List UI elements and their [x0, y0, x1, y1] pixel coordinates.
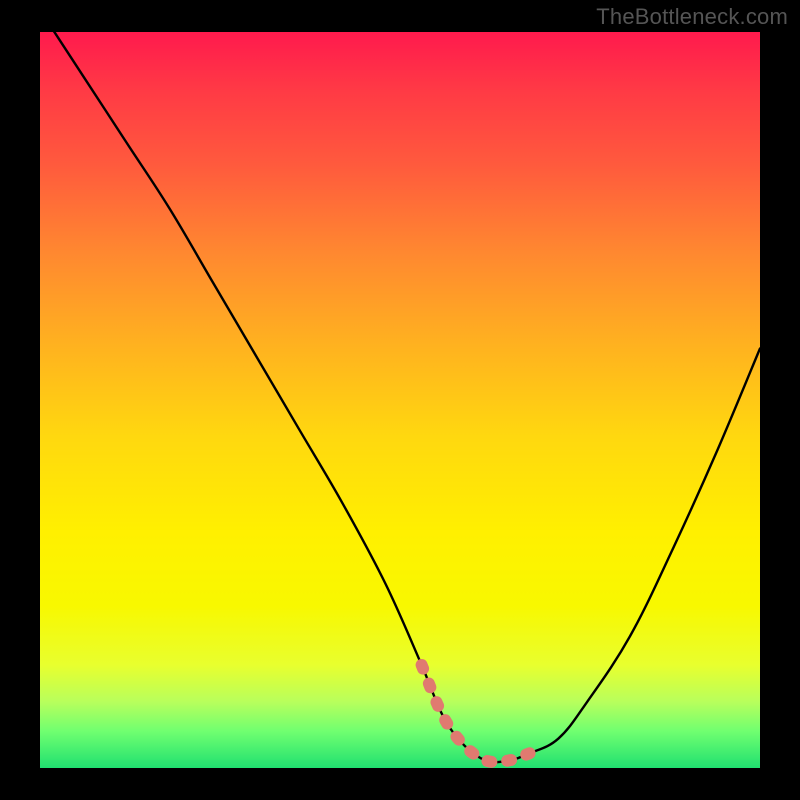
curve-layer — [40, 32, 760, 768]
bottleneck-curve — [40, 10, 760, 762]
chart-frame: TheBottleneck.com — [0, 0, 800, 800]
highlight-region — [422, 665, 530, 762]
plot-area — [40, 32, 760, 768]
watermark-text: TheBottleneck.com — [596, 4, 788, 30]
